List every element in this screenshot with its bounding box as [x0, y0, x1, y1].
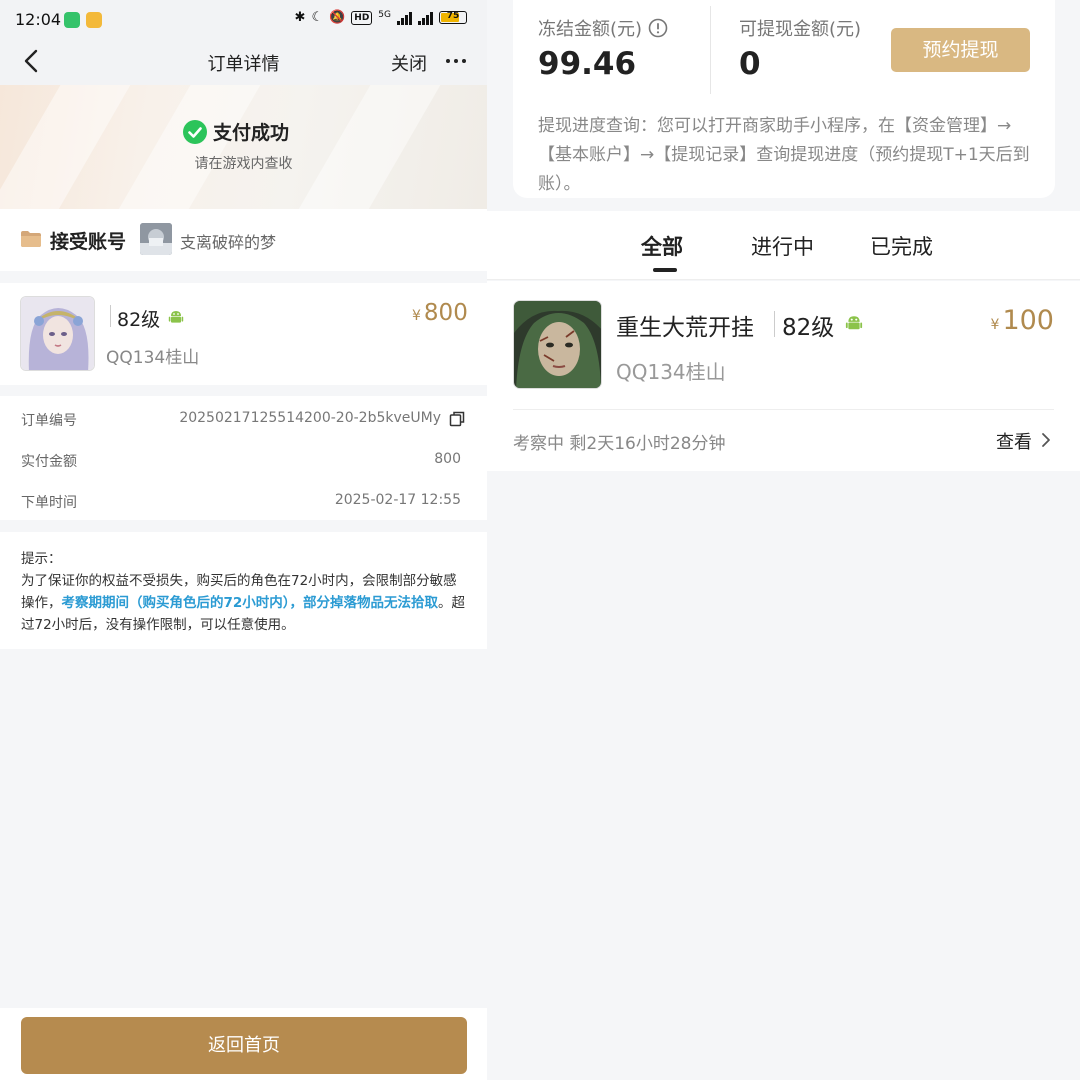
schedule-withdrawal-button[interactable]: 预约提现: [891, 28, 1030, 72]
mute-icon: 🔕: [329, 10, 346, 25]
frozen-amount: 99.46: [538, 46, 637, 82]
chevron-right-icon[interactable]: [1040, 431, 1052, 449]
folder-icon: [21, 231, 41, 247]
tab-in-progress[interactable]: 进行中: [751, 231, 814, 261]
account-avatar: [140, 223, 172, 255]
divider: [710, 6, 711, 94]
balance-card: 冻结金额(元) 99.46 可提现金额(元) 0 预约提现 提现进度查询：您可以…: [513, 0, 1055, 198]
notes-app-icon: [86, 12, 102, 28]
receiving-account: 接受账号 支离破碎的梦: [0, 209, 487, 271]
order-card[interactable]: 重生大荒开挂 82级 QQ134桂山 ¥100 考察中 剩2天16小时28分钟 …: [487, 281, 1080, 471]
view-button[interactable]: 查看: [996, 428, 1032, 454]
android-icon: [845, 316, 863, 330]
order-time: 2025-02-17 12:55: [334, 492, 461, 508]
tab-active-indicator: [653, 268, 677, 272]
back-home-button[interactable]: 返回首页: [21, 1017, 467, 1074]
detail-row-order-number: 订单编号 20250217125514200-20-2b5kveUMy: [0, 398, 487, 438]
order-price: ¥100: [990, 305, 1054, 336]
notice-box: 提示： 为了保证你的权益不受损失，购买后的角色在72小时内，会限制部分敏感操作，…: [0, 532, 487, 649]
check-circle-icon: [183, 119, 207, 144]
status-icons: ✱ ☾ 🔕 HD 5G 75: [295, 10, 467, 25]
moon-icon: ☾: [311, 10, 324, 25]
success-subtitle: 请在游戏内查收: [194, 156, 293, 172]
frozen-amount-label: 冻结金额(元): [538, 15, 668, 41]
payment-success: 支付成功: [183, 118, 289, 145]
more-icon[interactable]: [444, 54, 468, 68]
order-tabs: 全部 进行中 已完成: [487, 211, 1080, 280]
battery-icon: 75: [439, 11, 467, 24]
status-bar: 12:04 ✱ ☾ 🔕 HD 5G 75: [0, 0, 487, 40]
character-thumbnail: [20, 296, 95, 371]
detail-row-paid-amount: 实付金额 800: [0, 439, 487, 479]
success-title: 支付成功: [213, 122, 290, 144]
close-button[interactable]: 关闭: [391, 50, 427, 76]
divider: [513, 409, 1054, 410]
notice-title: 提示：: [21, 551, 62, 567]
server-name: QQ134桂山: [616, 360, 726, 384]
paid-amount: 800: [434, 451, 461, 467]
account-label: 接受账号: [50, 231, 127, 253]
network-label: 5G: [378, 10, 391, 20]
hd-icon: HD: [351, 10, 373, 25]
server-name: QQ134桂山: [106, 348, 200, 368]
order-title: 重生大荒开挂: [616, 315, 754, 341]
notice-highlight: 考察期期间（购买角色后的72小时内），部分掉落物品无法拾取: [61, 595, 439, 611]
nav-bar: 订单详情 关闭: [0, 40, 487, 85]
order-number: 20250217125514200-20-2b5kveUMy: [179, 410, 441, 426]
divider: [110, 305, 111, 327]
character-thumbnail: [513, 300, 602, 389]
detail-label: 下单时间: [21, 495, 77, 511]
account-name: 支离破碎的梦: [180, 233, 277, 252]
signal-icon: [418, 11, 433, 25]
tab-all[interactable]: 全部: [641, 231, 683, 261]
notice-text: 为了保证你的权益不受损失，购买后的角色在72小时内，会限制部分敏感操作，考察期期…: [21, 573, 466, 633]
character-level: 82级: [117, 309, 161, 331]
withdrawable-amount-label: 可提现金额(元): [739, 19, 862, 40]
product-price: ¥800: [412, 300, 468, 326]
payment-result-banner: 支付成功 请在游戏内查收: [0, 85, 487, 209]
bottom-bar: 返回首页: [0, 1008, 487, 1080]
detail-label: 实付金额: [21, 454, 77, 470]
android-icon: [168, 311, 184, 323]
bluetooth-icon: ✱: [294, 10, 306, 25]
order-details: 订单编号 20250217125514200-20-2b5kveUMy 实付金额…: [0, 396, 487, 520]
signal-icon: [397, 11, 412, 25]
security-app-icon: [64, 12, 80, 28]
seller-orders-screen: 冻结金额(元) 99.46 可提现金额(元) 0 预约提现 提现进度查询：您可以…: [487, 0, 1080, 1080]
info-icon[interactable]: [648, 18, 668, 38]
clock: 12:04: [15, 10, 62, 29]
withdrawable-amount: 0: [739, 46, 761, 82]
divider: [774, 311, 775, 337]
order-detail-screen: 12:04 ✱ ☾ 🔕 HD 5G 75 订单详情 关闭 支付成功 请在游戏内查…: [0, 0, 487, 1080]
product-card[interactable]: 82级 QQ134桂山 ¥800: [0, 283, 487, 385]
detail-label: 订单编号: [21, 413, 77, 429]
withdrawal-note: 提现进度查询：您可以打开商家助手小程序，在【资金管理】→【基本账户】→【提现记录…: [538, 116, 1030, 194]
character-level: 82级: [782, 315, 835, 341]
copy-icon[interactable]: [449, 411, 465, 427]
tab-completed[interactable]: 已完成: [870, 231, 933, 261]
detail-row-order-time: 下单时间 2025-02-17 12:55: [0, 480, 487, 520]
order-status: 考察中 剩2天16小时28分钟: [513, 434, 726, 454]
